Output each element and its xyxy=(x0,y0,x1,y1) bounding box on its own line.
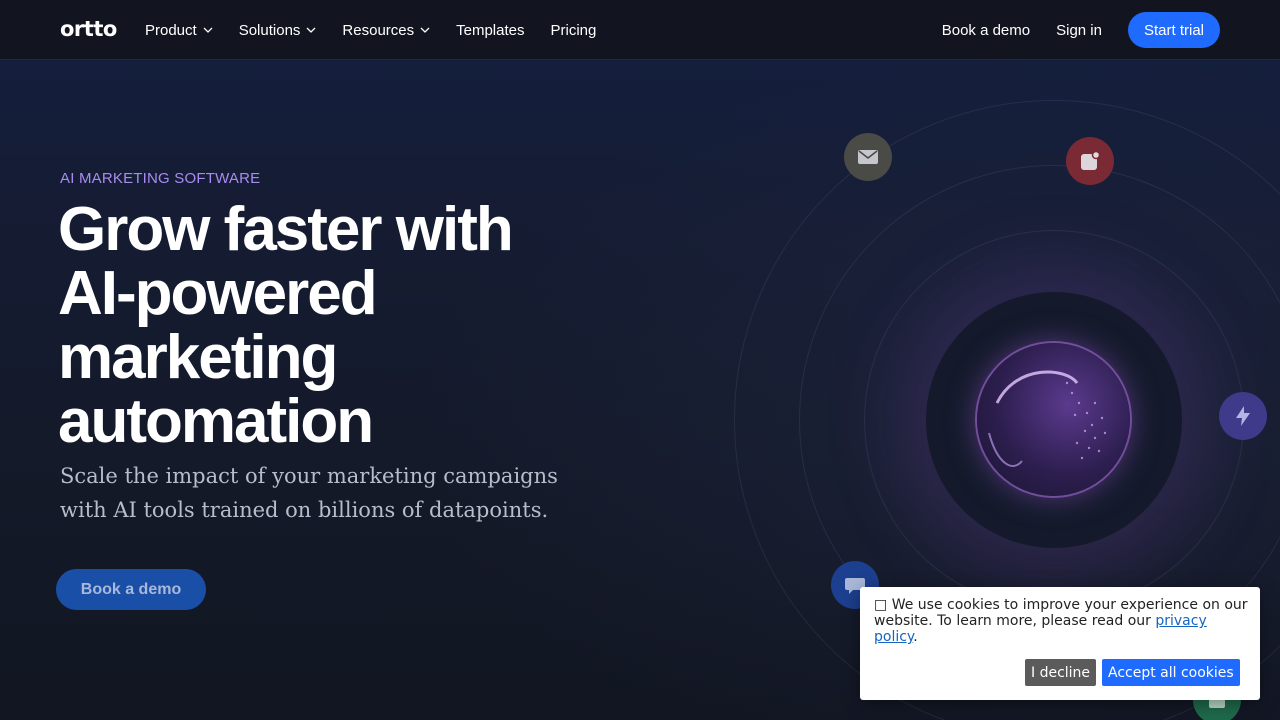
nav-item-solutions[interactable]: Solutions xyxy=(239,22,317,39)
chevron-down-icon xyxy=(306,27,316,33)
headline-line: marketing xyxy=(58,323,338,392)
nav-item-pricing[interactable]: Pricing xyxy=(551,22,597,39)
nav-item-resources[interactable]: Resources xyxy=(342,22,430,39)
cookie-message: □ We use cookies to improve your experie… xyxy=(874,597,1250,645)
nav-item-label: Solutions xyxy=(238,21,301,39)
lightning-icon xyxy=(1219,392,1267,440)
hero-headline: Grow faster with AI-powered marketing au… xyxy=(58,198,618,454)
top-nav: ortto Product Solutions Resources Templa… xyxy=(0,0,1280,60)
cookie-text-after: . xyxy=(913,629,918,645)
chevron-down-icon xyxy=(420,27,430,33)
hero-subtitle: Scale the impact of your marketing campa… xyxy=(60,459,600,527)
page: ortto Product Solutions Resources Templa… xyxy=(0,0,1280,720)
decline-cookies-button[interactable]: I decline xyxy=(1025,659,1097,686)
headline-line: AI-powered xyxy=(58,259,378,328)
subtitle-line: with AI tools trained on billions of dat… xyxy=(60,498,549,522)
subtitle-line: Scale the impact of your marketing campa… xyxy=(60,464,558,488)
ai-sphere-graphic xyxy=(977,343,1130,496)
ortto-logo[interactable]: ortto xyxy=(60,17,117,41)
main-menu: Product Solutions Resources Templates Pr… xyxy=(145,0,622,60)
notification-icon xyxy=(1066,137,1114,185)
nav-item-templates[interactable]: Templates xyxy=(456,22,524,39)
chevron-down-icon xyxy=(203,27,213,33)
headline-line: Grow faster with xyxy=(58,195,514,264)
sign-in-link[interactable]: Sign in xyxy=(1056,22,1102,39)
sphere-swirl-icon xyxy=(988,370,1107,467)
cookie-icon: □ xyxy=(874,597,888,613)
nav-item-label: Resources xyxy=(342,21,415,39)
headline-line: automation xyxy=(58,387,374,456)
nav-actions: Book a demo Sign in Start trial xyxy=(942,12,1220,48)
book-demo-link[interactable]: Book a demo xyxy=(942,22,1030,39)
nav-item-label: Product xyxy=(145,21,197,39)
hero-book-demo-button[interactable]: Book a demo xyxy=(56,569,206,610)
nav-item-label: Templates xyxy=(456,21,525,39)
nav-item-label: Pricing xyxy=(550,21,597,39)
hero-eyebrow: AI MARKETING SOFTWARE xyxy=(60,170,261,187)
start-trial-button[interactable]: Start trial xyxy=(1127,12,1220,48)
mail-icon xyxy=(844,133,892,181)
accept-cookies-button[interactable]: Accept all cookies xyxy=(1102,659,1240,686)
nav-item-product[interactable]: Product xyxy=(145,22,213,39)
